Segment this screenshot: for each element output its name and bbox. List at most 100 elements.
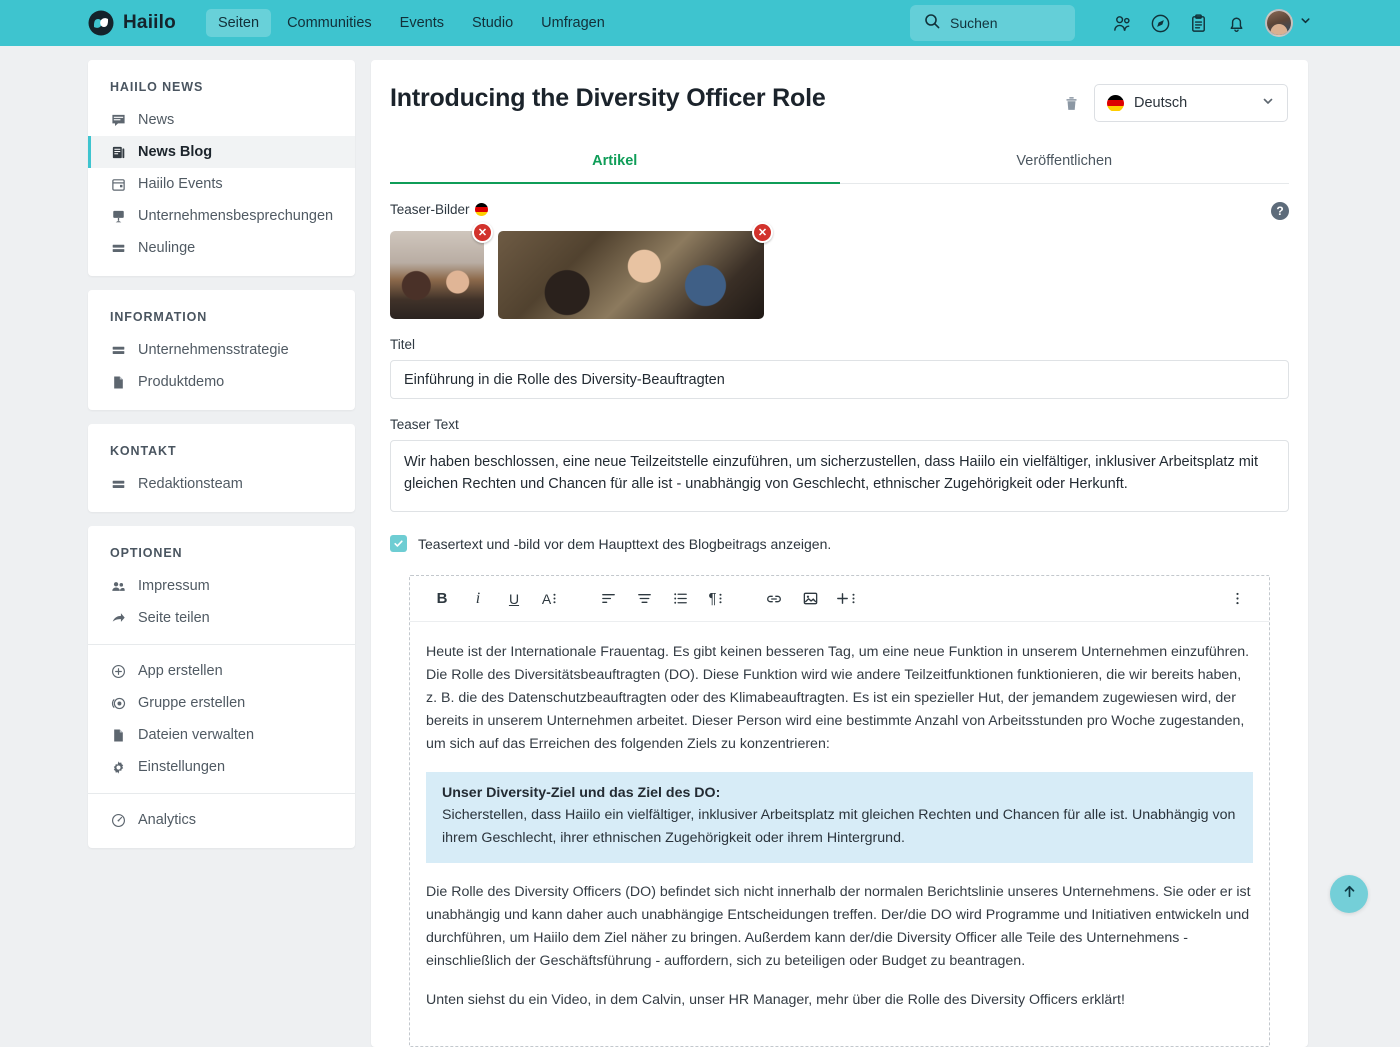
title-input[interactable] <box>390 360 1289 399</box>
bold-icon[interactable]: B <box>424 583 460 615</box>
sidebar-group-kontakt: KONTAKT Redaktionsteam <box>88 424 355 512</box>
chevron-down-icon[interactable] <box>1299 14 1312 32</box>
list-icon <box>110 240 126 256</box>
align-left-icon[interactable] <box>590 583 626 615</box>
title-field-label: Titel <box>390 337 416 352</box>
italic-icon[interactable]: i <box>460 583 496 615</box>
editor-paragraph: Heute ist der Internationale Frauentag. … <box>426 644 1250 752</box>
sidebar-item-label: Haiilo Events <box>138 176 223 192</box>
sidebar-group-information: INFORMATION Unternehmensstrategie Produk… <box>88 290 355 410</box>
teaser-images-label: Teaser-Bilder <box>390 202 470 217</box>
nav-item-umfragen[interactable]: Umfragen <box>529 9 617 37</box>
teaser-text-input[interactable] <box>390 440 1289 512</box>
list-icon[interactable] <box>662 583 698 615</box>
more-vertical-icon[interactable] <box>1219 583 1255 615</box>
image-icon[interactable] <box>792 583 828 615</box>
show-teaser-checkbox[interactable] <box>390 535 407 552</box>
sidebar-action-dateien-verwalten[interactable]: Dateien verwalten <box>88 719 355 751</box>
main-nav: Seiten Communities Events Studio Umfrage… <box>205 9 617 37</box>
nav-item-seiten[interactable]: Seiten <box>205 9 272 37</box>
editor-callout-title: Unser Diversity-Ziel und das Ziel des DO… <box>442 785 721 801</box>
search-placeholder: Suchen <box>950 15 998 31</box>
group-circle-icon <box>110 695 126 711</box>
teaser-image-1-preview <box>390 231 484 319</box>
remove-teaser-image-2-button[interactable]: ✕ <box>752 222 773 243</box>
help-icon[interactable]: ? <box>1271 202 1289 220</box>
teaser-image-2[interactable]: ✕ <box>498 222 773 319</box>
sidebar-item-redaktionsteam[interactable]: Redaktionsteam <box>88 468 355 500</box>
sidebar: HAIILO NEWS News News Blog Haiilo Events <box>88 60 355 862</box>
plus-circle-icon <box>110 663 126 679</box>
text-style-icon[interactable]: A <box>532 583 568 615</box>
sidebar-item-neulinge[interactable]: Neulinge <box>88 232 355 264</box>
teaser-image-1[interactable]: ✕ <box>390 222 493 319</box>
title-field-group: Titel <box>390 337 1289 399</box>
nav-item-studio[interactable]: Studio <box>460 9 525 37</box>
arrow-up-icon <box>1341 883 1358 905</box>
sidebar-item-analytics[interactable]: Analytics <box>88 804 355 836</box>
comment-icon <box>110 112 126 128</box>
nav-item-communities[interactable]: Communities <box>275 9 384 37</box>
show-teaser-checkbox-row[interactable]: Teasertext und -bild vor dem Haupttext d… <box>390 535 1289 552</box>
scroll-to-top-button[interactable] <box>1330 875 1368 913</box>
sidebar-action-app-erstellen[interactable]: App erstellen <box>88 655 355 687</box>
sidebar-item-news[interactable]: News <box>88 104 355 136</box>
content-tabs: Artikel Veröffentlichen <box>390 142 1289 184</box>
editor-callout: Unser Diversity-Ziel und das Ziel des DO… <box>426 772 1253 863</box>
sidebar-item-seite-teilen[interactable]: Seite teilen <box>88 602 355 634</box>
sidebar-item-label: News <box>138 112 175 128</box>
editor-paragraph: Unten siehst du ein Video, in dem Calvin… <box>426 992 1125 1008</box>
sidebar-item-label: Unternehmensstrategie <box>138 342 289 358</box>
language-select-value: Deutsch <box>1134 95 1188 111</box>
sidebar-item-produktdemo[interactable]: Produktdemo <box>88 366 355 398</box>
brand-name: Haiilo <box>123 12 176 33</box>
sidebar-item-label: Impressum <box>138 578 210 594</box>
compass-icon[interactable] <box>1141 4 1179 42</box>
nav-item-events[interactable]: Events <box>388 9 456 37</box>
paragraph-icon[interactable]: ¶ <box>698 583 734 615</box>
sidebar-item-unternehmensstrategie[interactable]: Unternehmensstrategie <box>88 334 355 366</box>
german-flag-icon <box>1107 94 1124 112</box>
main-header: Introducing the Diversity Officer Role D… <box>371 60 1308 122</box>
add-icon[interactable] <box>828 583 864 615</box>
language-select[interactable]: Deutsch <box>1094 84 1288 122</box>
link-icon[interactable] <box>756 583 792 615</box>
sidebar-item-label: Neulinge <box>138 240 196 256</box>
sidebar-group-haiilo-news: HAIILO NEWS News News Blog Haiilo Events <box>88 60 355 276</box>
bell-icon[interactable] <box>1217 4 1255 42</box>
file-icon <box>110 727 126 743</box>
presentation-icon <box>110 208 126 224</box>
underline-icon[interactable]: U <box>496 583 532 615</box>
blog-icon <box>110 144 126 160</box>
align-center-icon[interactable] <box>626 583 662 615</box>
sidebar-divider <box>88 793 355 794</box>
trash-icon[interactable] <box>1063 95 1080 112</box>
list-icon <box>110 476 126 492</box>
sidebar-item-impressum[interactable]: Impressum <box>88 570 355 602</box>
sidebar-group-title: INFORMATION <box>110 310 208 324</box>
list-icon <box>110 342 126 358</box>
sidebar-action-gruppe-erstellen[interactable]: Gruppe erstellen <box>88 687 355 719</box>
sidebar-group-title: KONTAKT <box>110 444 177 458</box>
main-content-panel: Introducing the Diversity Officer Role D… <box>371 60 1308 1047</box>
article-form: Teaser-Bilder ? ✕ ✕ Titel Einführung in … <box>371 184 1308 1047</box>
brand-logo-area[interactable]: Haiilo <box>88 10 176 36</box>
teaser-images: ✕ ✕ <box>390 222 1289 319</box>
remove-teaser-image-1-button[interactable]: ✕ <box>472 222 493 243</box>
sidebar-item-unternehmensbesprechungen[interactable]: Unternehmensbesprechungen <box>88 200 355 232</box>
people-icon[interactable] <box>1103 4 1141 42</box>
sidebar-item-haiilo-events[interactable]: Haiilo Events <box>88 168 355 200</box>
page-title: Introducing the Diversity Officer Role <box>390 84 826 112</box>
sidebar-item-news-blog[interactable]: News Blog <box>88 136 355 168</box>
sidebar-action-einstellungen[interactable]: Einstellungen <box>88 751 355 783</box>
sidebar-item-label: Seite teilen <box>138 610 210 626</box>
tab-veroeffentlichen[interactable]: Veröffentlichen <box>840 142 1290 183</box>
user-avatar[interactable] <box>1265 9 1293 37</box>
clipboard-icon[interactable] <box>1179 4 1217 42</box>
share-icon <box>110 610 126 626</box>
teaser-text-field-group: Teaser Text <box>390 417 1289 517</box>
tab-artikel[interactable]: Artikel <box>390 142 840 184</box>
editor-body[interactable]: Heute ist der Internationale Frauentag. … <box>410 622 1269 1046</box>
search-input[interactable]: Suchen <box>910 5 1075 41</box>
sidebar-group-title: HAIILO NEWS <box>110 80 204 94</box>
